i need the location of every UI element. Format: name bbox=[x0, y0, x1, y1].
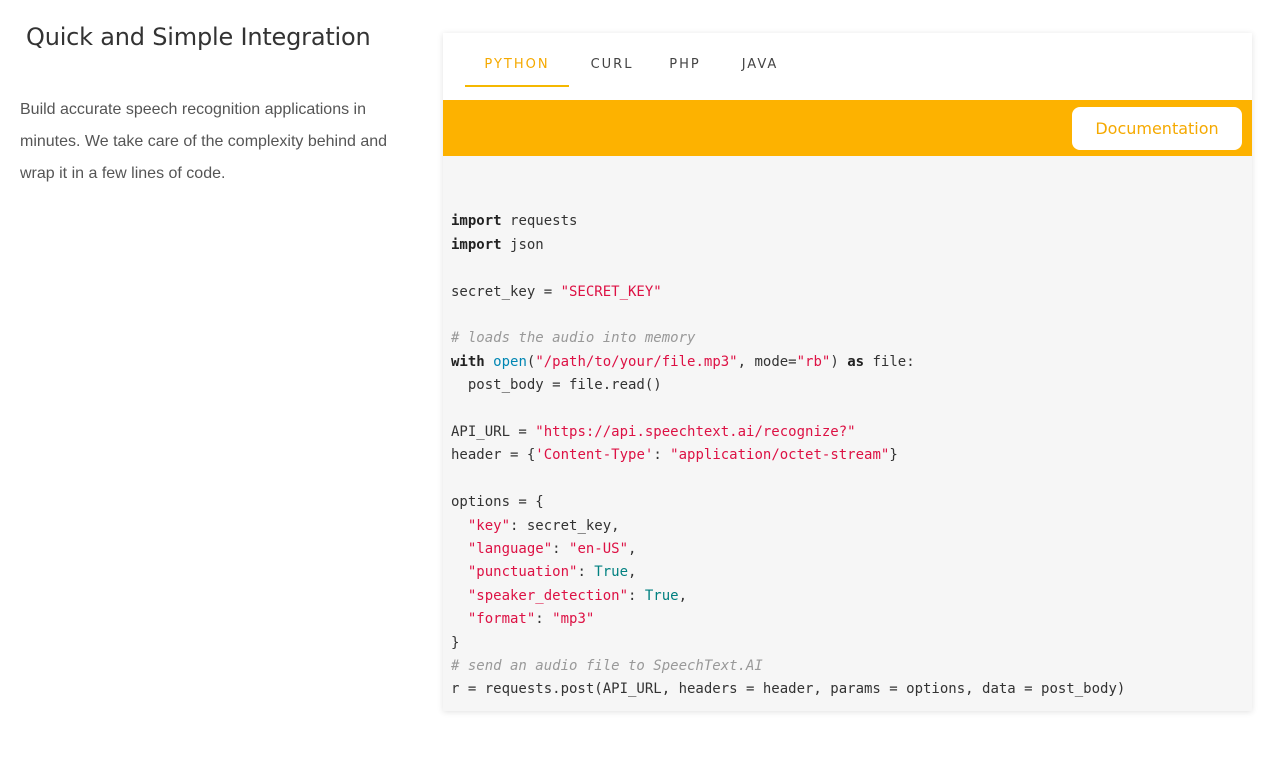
code-token: : secret_key, bbox=[510, 517, 620, 534]
code-token: import bbox=[451, 213, 502, 230]
section-description: Build accurate speech recognition applic… bbox=[20, 101, 388, 182]
code-line: API_URL = "https://api.speechtext.ai/rec… bbox=[451, 421, 1125, 444]
code-token: r = requests.post(API_URL, headers = hea… bbox=[451, 681, 1126, 698]
code-token: "rb" bbox=[796, 353, 831, 370]
code-line: # send an audio file to SpeechText.AI bbox=[451, 655, 1125, 678]
code-token: 'Content-Type' bbox=[535, 447, 654, 464]
language-tabs: PYTHON CURL PHP JAVA bbox=[443, 33, 1252, 100]
toolbar: Documentation bbox=[443, 100, 1252, 156]
tab-python[interactable]: PYTHON bbox=[480, 57, 554, 87]
code-line: post_body = file.read() bbox=[451, 374, 1125, 397]
code-example-card: PYTHON CURL PHP JAVA Documentation impor… bbox=[443, 33, 1252, 711]
code-token: post_body = file.read() bbox=[451, 377, 662, 394]
code-token: API_URL = bbox=[451, 424, 536, 440]
code-line: header = {'Content-Type': "application/o… bbox=[451, 444, 1125, 467]
code-token: options = { bbox=[451, 494, 544, 511]
code-line: with open("/path/to/your/file.mp3", mode… bbox=[451, 351, 1125, 374]
code-token: "key" bbox=[467, 517, 511, 534]
code-token: , mode= bbox=[737, 353, 797, 370]
code-token: "/path/to/your/file.mp3" bbox=[535, 353, 738, 370]
code-token: True bbox=[644, 587, 679, 604]
code-token: file: bbox=[872, 353, 915, 370]
code-token: "https://api.speechtext.ai/recognize?" bbox=[535, 424, 856, 440]
intro-section: Quick and Simple Integration Build accur… bbox=[20, 18, 420, 190]
code-token: , bbox=[678, 587, 688, 604]
page: Quick and Simple Integration Build accur… bbox=[0, 0, 1270, 760]
code-token: "mp3" bbox=[552, 611, 595, 628]
active-tab-indicator bbox=[465, 85, 569, 87]
code-line: # loads the audio into memory bbox=[451, 327, 1125, 350]
code-line: r = requests.post(API_URL, headers = hea… bbox=[451, 678, 1125, 701]
code-token: "language" bbox=[467, 541, 553, 558]
code-token: as bbox=[847, 353, 865, 370]
code-token: header = { bbox=[451, 447, 536, 464]
code-token: "SECRET_KEY" bbox=[560, 283, 662, 300]
code-token: with bbox=[451, 353, 485, 370]
code-token: open bbox=[493, 353, 527, 370]
code-line: "key": secret_key, bbox=[451, 515, 1125, 538]
code-line: options = { bbox=[451, 491, 1125, 514]
code-token: , bbox=[628, 541, 637, 558]
code-token: "speaker_detection" bbox=[467, 587, 629, 604]
code-token: ) bbox=[830, 353, 848, 370]
section-title: Quick and Simple Integration bbox=[26, 23, 371, 51]
code-token: : bbox=[628, 587, 645, 604]
code-token: import bbox=[451, 236, 502, 253]
code-line: "format": "mp3" bbox=[451, 608, 1125, 631]
code-block: import requests import json secret_key = "… bbox=[451, 187, 1125, 702]
code-token: , bbox=[628, 564, 637, 581]
code-line: import requests bbox=[451, 210, 1125, 233]
code-line: "language": "en-US", bbox=[451, 538, 1125, 561]
code-token: "en-US" bbox=[569, 541, 629, 558]
tab-curl[interactable]: CURL bbox=[587, 57, 637, 87]
code-token: : bbox=[552, 541, 570, 558]
code-line: secret_key = "SECRET_KEY" bbox=[451, 281, 1125, 304]
documentation-button[interactable]: Documentation bbox=[1072, 107, 1242, 150]
code-token: secret_key = bbox=[451, 283, 561, 300]
code-token: } bbox=[889, 447, 898, 464]
code-line: } bbox=[451, 632, 1125, 655]
code-token: : bbox=[535, 611, 553, 628]
code-line: "punctuation": True, bbox=[451, 561, 1125, 584]
code-token: : bbox=[653, 447, 671, 464]
code-token: # loads the audio into memory bbox=[451, 330, 696, 347]
code-line: import json bbox=[451, 234, 1125, 257]
code-token: "format" bbox=[467, 611, 536, 628]
code-token: "punctuation" bbox=[467, 564, 578, 581]
code-token: } bbox=[451, 634, 460, 651]
code-token: json bbox=[510, 236, 544, 253]
code-token: True bbox=[594, 564, 629, 581]
code-token: requests bbox=[510, 213, 578, 230]
code-token: # send an audio file to SpeechText.AI bbox=[451, 658, 763, 675]
tab-java[interactable]: JAVA bbox=[735, 57, 785, 87]
code-line: "speaker_detection": True, bbox=[451, 585, 1125, 608]
tab-php[interactable]: PHP bbox=[665, 57, 705, 87]
code-token: : bbox=[577, 564, 595, 581]
code-token: "application/octet-stream" bbox=[670, 447, 890, 464]
